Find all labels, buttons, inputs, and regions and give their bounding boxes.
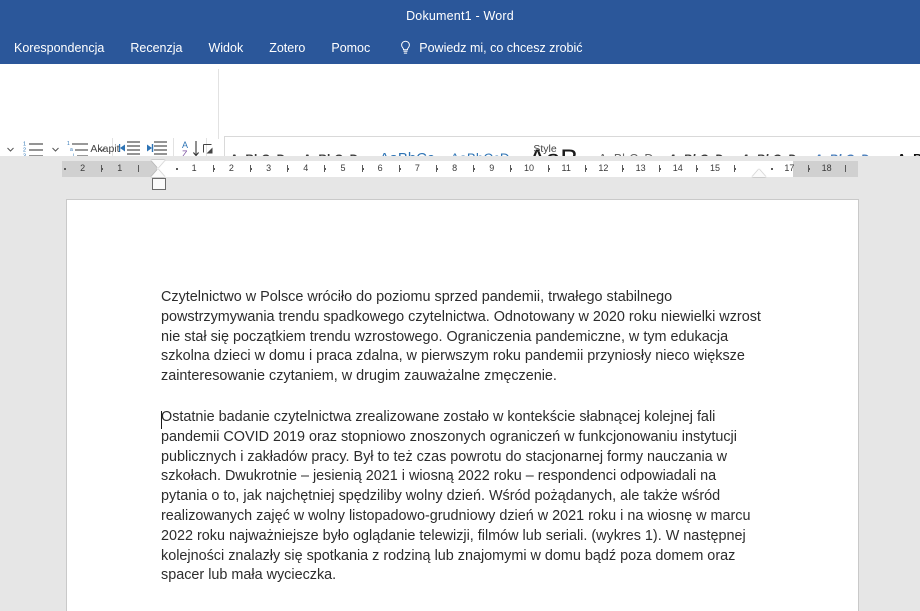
ruler-label: 17	[784, 163, 795, 173]
ruler-label: 12	[598, 163, 609, 173]
ruler-label: 14	[672, 163, 683, 173]
tell-me-label: Powiedz mi, co chcesz zrobić	[419, 40, 583, 55]
styles-group-label: Style	[533, 143, 557, 155]
ruler-label: 7	[414, 163, 420, 173]
ruler-dot	[584, 168, 587, 170]
ruler-dot	[398, 168, 401, 170]
paragraph-2[interactable]: Ostatnie badanie czytelnictwa zrealizowa…	[161, 408, 764, 586]
ruler-label: 1	[117, 163, 123, 173]
red-arrow-annotation	[108, 607, 168, 611]
document-page[interactable]: Czytelnictwo w Polsce wróciło do poziomu…	[66, 199, 859, 611]
ruler-dot	[770, 168, 773, 170]
ruler-dot	[473, 168, 476, 170]
ruler-label: 15	[709, 163, 721, 173]
ruler-dot	[287, 168, 290, 170]
ruler-dot	[212, 168, 215, 170]
tab-widok[interactable]: Widok	[195, 31, 256, 64]
ruler-tick	[845, 165, 847, 172]
ruler-label: 18	[821, 163, 832, 173]
ruler-dot	[175, 168, 178, 170]
ruler-dot	[622, 168, 624, 170]
ruler-label: 5	[340, 163, 346, 173]
ruler-label: 3	[266, 163, 272, 173]
tell-me-box[interactable]: Powiedz mi, co chcesz zrobić	[399, 40, 583, 56]
tab-korespondencja[interactable]: Korespondencja	[0, 31, 117, 64]
ruler-dot	[436, 168, 438, 170]
ruler-tick-marks: 2 1 1 2 3 4 5 6 7 8 9 10 11 12 13 14 15 17 18	[62, 161, 858, 177]
ruler-dot	[64, 168, 66, 170]
lightbulb-icon	[401, 40, 411, 54]
ruler-dot	[659, 168, 662, 170]
ruler-label: 13	[635, 163, 646, 173]
tab-recenzja[interactable]: Recenzja	[117, 31, 195, 64]
ruler-label: 2	[80, 163, 86, 173]
ruler-label: 10	[523, 163, 535, 173]
ribbon-content: 1 2 3 1 a i	[0, 64, 920, 196]
ruler-dot	[324, 168, 327, 170]
ruler-dot	[696, 168, 699, 170]
text-cursor	[161, 411, 162, 429]
ruler-dot	[250, 168, 252, 170]
title-bar: Dokument1 - Word	[0, 0, 920, 31]
right-indent-marker[interactable]	[752, 169, 766, 177]
ruler-label: 6	[377, 163, 383, 173]
ruler-tick	[138, 165, 140, 172]
ruler-dot	[733, 168, 736, 170]
ruler-dot	[361, 168, 364, 170]
word-application-window: Dokument1 - Word Korespondencja Recenzja…	[0, 0, 920, 611]
ruler-label: 8	[452, 163, 458, 173]
paragraph-1[interactable]: Czytelnictwo w Polsce wróciło do poziomu…	[161, 288, 764, 387]
group-divider	[218, 69, 219, 139]
tab-pomoc[interactable]: Pomoc	[318, 31, 383, 64]
dialog-launcher-icon	[203, 144, 213, 154]
ruler-label: 9	[489, 163, 495, 173]
ruler-label: 2	[228, 163, 234, 173]
ruler-dot	[101, 168, 104, 170]
left-indent-marker[interactable]	[152, 178, 166, 190]
paragraph-dialog-launcher[interactable]	[203, 142, 214, 154]
hanging-indent-marker[interactable]	[151, 169, 165, 177]
ruler-dot	[510, 168, 513, 170]
tab-zotero[interactable]: Zotero	[256, 31, 318, 64]
first-line-indent-marker[interactable]	[151, 160, 165, 168]
ruler-label: 11	[561, 163, 571, 173]
ruler[interactable]: 2 1 1 2 3 4 5 6 7 8 9 10 11 12 13 14 15 17 18	[0, 156, 920, 199]
window-title: Dokument1 - Word	[406, 8, 514, 23]
document-text-body[interactable]: Czytelnictwo w Polsce wróciło do poziomu…	[161, 288, 764, 586]
document-canvas[interactable]: Czytelnictwo w Polsce wróciło do poziomu…	[0, 199, 920, 611]
ruler-label: 4	[303, 163, 309, 173]
ribbon-tab-bar: Korespondencja Recenzja Widok Zotero Pom…	[0, 31, 920, 64]
ruler-dot	[808, 168, 810, 170]
paragraph-group-label: Akapit	[90, 143, 120, 155]
ruler-dot	[547, 168, 550, 170]
ruler-label: 1	[191, 163, 197, 173]
